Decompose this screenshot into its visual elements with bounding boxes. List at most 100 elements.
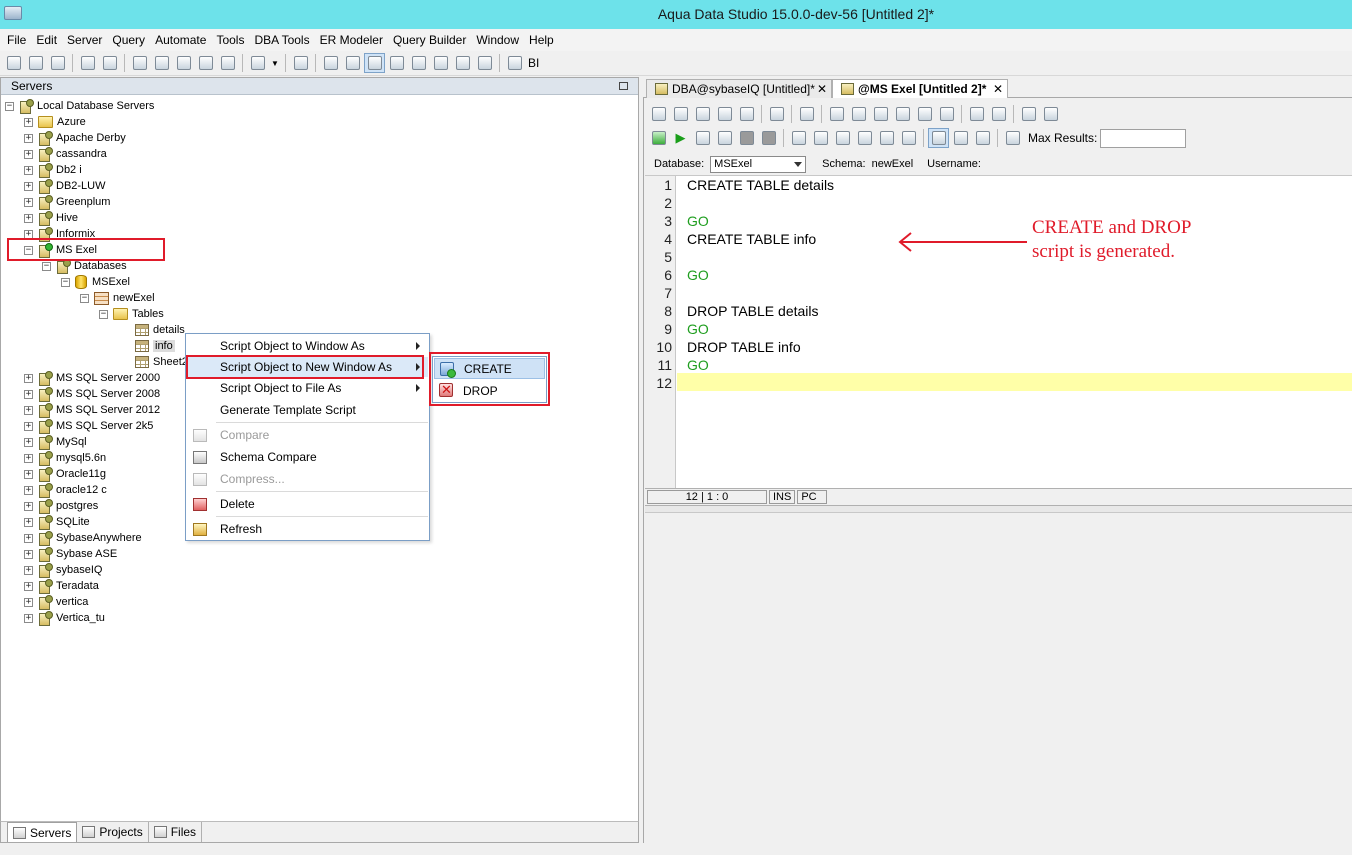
tree-server-item[interactable]: + Apache Derby	[24, 130, 126, 146]
close-icon[interactable]: ✕	[993, 82, 1003, 96]
grid-view-icon[interactable]	[320, 53, 341, 73]
tree-root-local-servers[interactable]: − Local Database Servers	[5, 98, 154, 114]
collapse-icon[interactable]: −	[5, 101, 14, 111]
collapse-icon[interactable]: −	[42, 261, 51, 271]
tree-server-item[interactable]: + Sybase ASE	[24, 546, 117, 562]
tree-server-item[interactable]: + MS SQL Server 2012	[24, 402, 160, 418]
tree-tables-folder[interactable]: − Tables	[99, 306, 164, 322]
save-icon[interactable]	[692, 104, 713, 124]
tree-server-item[interactable]: + SybaseAnywhere	[24, 530, 142, 546]
expand-icon[interactable]: +	[24, 613, 33, 623]
query-builder-icon[interactable]	[173, 53, 194, 73]
select-icon[interactable]	[826, 104, 847, 124]
expand-icon[interactable]: +	[24, 533, 33, 543]
tree-databases-folder[interactable]: − Databases	[42, 258, 127, 274]
menu-compare[interactable]: Compare	[187, 425, 428, 445]
tree-server-item[interactable]: + MS SQL Server 2008	[24, 386, 160, 402]
execute-current-icon[interactable]	[692, 128, 713, 148]
tree-table-item[interactable]: Sheet2	[135, 354, 188, 370]
results-text-icon[interactable]	[950, 128, 971, 148]
shell-icon[interactable]	[217, 53, 238, 73]
tree-server-item[interactable]: + vertica	[24, 594, 88, 610]
edit-server-icon[interactable]	[47, 53, 68, 73]
redo-icon[interactable]	[936, 104, 957, 124]
expand-icon[interactable]: +	[24, 501, 33, 511]
paste-icon[interactable]	[892, 104, 913, 124]
tree-server-item[interactable]: + postgres	[24, 498, 98, 514]
expand-icon[interactable]: +	[24, 389, 33, 399]
layout-5-icon[interactable]	[452, 53, 473, 73]
new-server-icon[interactable]	[3, 53, 24, 73]
format-icon[interactable]	[966, 104, 987, 124]
expand-icon[interactable]: +	[24, 581, 33, 591]
save-as-icon[interactable]	[714, 104, 735, 124]
bi-label[interactable]: BI	[528, 56, 539, 70]
explain-icon[interactable]	[854, 128, 875, 148]
dropdown-arrow-icon[interactable]: ▼	[269, 53, 281, 73]
layout-1-icon[interactable]	[364, 53, 385, 73]
expand-icon[interactable]: +	[24, 373, 33, 383]
results-split-icon[interactable]	[972, 128, 993, 148]
execute-selected-icon[interactable]	[714, 128, 735, 148]
tree-server-item[interactable]: + Informix	[24, 226, 95, 242]
pause-icon[interactable]	[758, 128, 779, 148]
submenu-create[interactable]: CREATE	[434, 358, 545, 379]
tree-server-item[interactable]: + MS SQL Server 2k5	[24, 418, 153, 434]
submenu-drop[interactable]: DROP	[434, 380, 545, 401]
menu-file[interactable]: File	[2, 29, 31, 51]
tree-server-item[interactable]: + Oracle11g	[24, 466, 106, 482]
expand-icon[interactable]: +	[24, 469, 33, 479]
cut-icon[interactable]	[848, 104, 869, 124]
menu-script-to-new-window[interactable]: Script Object to New Window As	[187, 357, 428, 377]
expand-icon[interactable]: +	[24, 149, 33, 159]
commit-icon[interactable]	[788, 128, 809, 148]
tree-schema-item[interactable]: − newExel	[80, 290, 155, 306]
menu-dba-tools[interactable]: DBA Tools	[249, 29, 314, 51]
procedure-icon[interactable]	[195, 53, 216, 73]
menu-compress[interactable]: Compress...	[187, 469, 428, 489]
print-icon[interactable]	[766, 104, 787, 124]
tree-server-item[interactable]: + sybaseIQ	[24, 562, 102, 578]
collapse-icon[interactable]: −	[24, 245, 33, 255]
restore-icon[interactable]	[619, 82, 628, 90]
find-icon[interactable]	[796, 104, 817, 124]
tab-servers[interactable]: Servers	[7, 822, 78, 842]
expand-icon[interactable]: +	[24, 517, 33, 527]
expand-icon[interactable]: +	[24, 165, 33, 175]
expand-icon[interactable]: +	[24, 117, 33, 127]
menu-er-modeler[interactable]: ER Modeler	[315, 29, 388, 51]
options-icon[interactable]	[1002, 128, 1023, 148]
menu-refresh[interactable]: Refresh	[187, 519, 428, 539]
execute-icon[interactable]: ▶	[670, 128, 691, 148]
menu-schema-compare[interactable]: Schema Compare	[187, 447, 428, 467]
open-folder-icon[interactable]	[670, 104, 691, 124]
menu-edit[interactable]: Edit	[31, 29, 62, 51]
lowercase-icon[interactable]	[1040, 104, 1061, 124]
tree-table-item[interactable]: info	[135, 338, 175, 354]
transaction-icon[interactable]	[832, 128, 853, 148]
expand-icon[interactable]: +	[24, 549, 33, 559]
tree-server-item[interactable]: + Hive	[24, 210, 78, 226]
tree-server-item[interactable]: + Teradata	[24, 578, 99, 594]
expand-icon[interactable]: +	[24, 597, 33, 607]
tree-server-item[interactable]: + Greenplum	[24, 194, 110, 210]
expand-icon[interactable]: +	[24, 133, 33, 143]
expand-icon[interactable]: +	[24, 565, 33, 575]
rollback-icon[interactable]	[810, 128, 831, 148]
query-analyzer-icon[interactable]	[151, 53, 172, 73]
tree-server-item[interactable]: + DB2-LUW	[24, 178, 106, 194]
collapse-icon[interactable]: −	[80, 293, 89, 303]
tab-projects[interactable]: Projects	[77, 822, 149, 842]
history-icon[interactable]	[898, 128, 919, 148]
connect-icon[interactable]	[77, 53, 98, 73]
expand-icon[interactable]: +	[24, 485, 33, 495]
expand-icon[interactable]: +	[24, 197, 33, 207]
layout-2-icon[interactable]	[386, 53, 407, 73]
tab-files[interactable]: Files	[149, 822, 203, 842]
tree-server-item[interactable]: + MS SQL Server 2000	[24, 370, 160, 386]
close-icon[interactable]: ✕	[817, 82, 827, 96]
tree-server-item[interactable]: + mysql5.6n	[24, 450, 106, 466]
undo-icon[interactable]	[914, 104, 935, 124]
tree-table-item[interactable]: details	[135, 322, 185, 338]
menu-script-to-window[interactable]: Script Object to Window As	[187, 336, 428, 356]
